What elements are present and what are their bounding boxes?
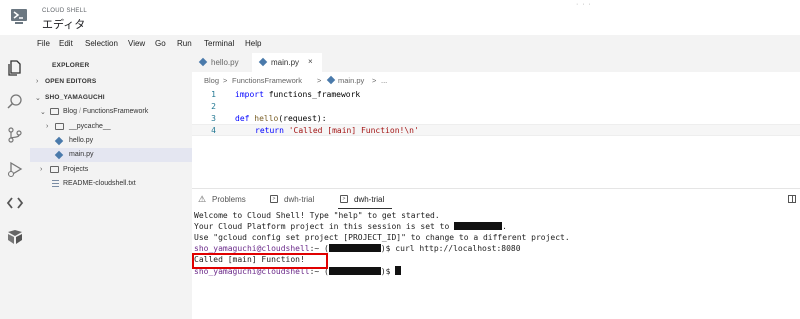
close-icon[interactable]: × xyxy=(308,57,313,66)
code-text: return 'Called [main] Function!\n' xyxy=(255,126,419,135)
menu-bar: File Edit Selection View Go Run Terminal… xyxy=(0,35,800,53)
explorer-icon[interactable] xyxy=(6,59,24,77)
menu-terminal[interactable]: Terminal xyxy=(204,39,234,48)
file-hello-label: hello.py xyxy=(69,137,94,144)
tab-label: hello.py xyxy=(211,58,239,67)
folder-icon xyxy=(50,166,59,173)
breadcrumb-separator: > xyxy=(372,76,377,85)
search-icon[interactable] xyxy=(6,93,24,111)
split-panel-icon[interactable] xyxy=(788,195,796,203)
folder-pycache-label: __pycache__ xyxy=(69,123,111,130)
menu-edit[interactable]: Edit xyxy=(59,39,73,48)
source-control-icon[interactable] xyxy=(6,126,24,144)
cloud-shell-terminal-icon xyxy=(11,9,27,24)
workspace-section[interactable]: ⌄ SHO_YAMAGUCHI xyxy=(30,91,192,105)
file-main-label: main.py xyxy=(69,151,94,158)
tab-main-py[interactable]: main.py × xyxy=(252,53,322,72)
chevron-down-icon: ⌄ xyxy=(35,95,41,102)
line-number: 3 xyxy=(211,114,216,123)
app-subtitle: CLOUD SHELL xyxy=(42,8,87,14)
terminal-panel: ⚠ Problems > dwh-trial > dwh-trial Welco… xyxy=(192,188,800,319)
python-file-icon xyxy=(54,136,64,146)
code-icon[interactable] xyxy=(6,194,24,212)
terminal-icon: > xyxy=(340,195,348,203)
file-readme-label: README-cloudshell.txt xyxy=(63,180,136,187)
terminal-line: Welcome to Cloud Shell! Type "help" to g… xyxy=(194,211,440,220)
app-header: CLOUD SHELL エディタ · · · xyxy=(0,0,800,35)
python-file-icon xyxy=(258,57,268,67)
code-text: def hello(request): xyxy=(235,114,327,123)
terminal-line: Use "gcloud config set project [PROJECT_… xyxy=(194,233,570,242)
tab-terminal-2[interactable]: > dwh-trial xyxy=(338,189,392,209)
redacted-block xyxy=(454,222,503,230)
file-main-py[interactable]: main.py xyxy=(30,148,192,162)
chevron-down-icon: ⌄ xyxy=(40,109,46,116)
header-divider-dots: · · · xyxy=(576,1,592,8)
code-text: import functions_framework xyxy=(235,90,361,99)
open-editors-label: OPEN EDITORS xyxy=(45,78,97,85)
terminal-cursor xyxy=(395,266,402,275)
file-readme[interactable]: README-cloudshell.txt xyxy=(30,177,192,191)
run-debug-icon[interactable] xyxy=(6,160,24,178)
menu-run[interactable]: Run xyxy=(177,39,192,48)
python-file-icon xyxy=(326,75,336,85)
code-line-current: 4 return 'Called [main] Function!\n' xyxy=(192,124,800,136)
app-title: エディタ xyxy=(42,19,86,31)
breadcrumb-blog[interactable]: Blog xyxy=(204,76,219,85)
workspace-label: SHO_YAMAGUCHI xyxy=(45,94,105,101)
python-file-icon xyxy=(198,57,208,67)
code-editor[interactable]: 1 import functions_framework 2 3 def hel… xyxy=(192,88,800,188)
code-line: 1 import functions_framework xyxy=(192,89,800,101)
line-number: 4 xyxy=(211,126,216,135)
tab-problems-label: Problems xyxy=(212,195,246,204)
editor-tab-bar: hello.py main.py × xyxy=(192,53,800,72)
terminal-icon: > xyxy=(270,195,278,203)
breadcrumb-functionsframework[interactable]: FunctionsFramework xyxy=(232,76,302,85)
folder-projects[interactable]: › Projects xyxy=(30,163,192,177)
tab-problems[interactable]: ⚠ Problems xyxy=(198,189,258,209)
breadcrumb-separator: > xyxy=(223,76,228,85)
explorer-sidebar: EXPLORER › OPEN EDITORS ⌄ SHO_YAMAGUCHI … xyxy=(30,53,192,319)
file-hello-py[interactable]: hello.py xyxy=(30,134,192,148)
folder-pycache[interactable]: › __pycache__ xyxy=(30,120,192,134)
chevron-right-icon: › xyxy=(36,78,39,85)
breadcrumb: Blog > FunctionsFramework > main.py > ..… xyxy=(192,72,800,88)
python-file-icon xyxy=(54,150,64,160)
breadcrumb-ellipsis[interactable]: ... xyxy=(381,76,387,85)
folder-blog[interactable]: ⌄ Blog / FunctionsFramework xyxy=(30,105,192,119)
redacted-block xyxy=(328,244,381,252)
folder-blog-label: Blog / FunctionsFramework xyxy=(63,108,149,115)
folder-icon xyxy=(50,108,59,115)
breadcrumb-main-py[interactable]: main.py xyxy=(338,76,364,85)
line-number: 1 xyxy=(211,90,216,99)
tab-label: main.py xyxy=(271,58,300,67)
warning-icon: ⚠ xyxy=(198,194,207,204)
chevron-right-icon: › xyxy=(40,166,43,173)
text-file-icon xyxy=(52,180,59,187)
menu-selection[interactable]: Selection xyxy=(85,39,118,48)
explorer-title-row: EXPLORER xyxy=(30,59,192,73)
cloud-icon[interactable] xyxy=(6,228,24,246)
code-line: 2 xyxy=(192,101,800,113)
explorer-title: EXPLORER xyxy=(52,62,90,69)
terminal-line: Your Cloud Platform project in this sess… xyxy=(194,222,507,231)
line-number: 2 xyxy=(211,102,216,111)
folder-icon xyxy=(55,123,64,130)
activity-bar xyxy=(0,53,30,319)
tab-hello-py[interactable]: hello.py xyxy=(192,53,252,72)
tab-terminal-label: dwh-trial xyxy=(284,195,315,204)
breadcrumb-separator: > xyxy=(317,76,322,85)
chevron-right-icon: › xyxy=(46,123,49,130)
open-editors-section[interactable]: › OPEN EDITORS xyxy=(30,75,192,89)
tab-terminal-1[interactable]: > dwh-trial xyxy=(270,189,330,209)
tab-terminal-label: dwh-trial xyxy=(354,195,385,204)
menu-help[interactable]: Help xyxy=(245,39,261,48)
menu-file[interactable]: File xyxy=(37,39,50,48)
menu-go[interactable]: Go xyxy=(155,39,166,48)
folder-projects-label: Projects xyxy=(63,166,89,173)
menu-view[interactable]: View xyxy=(128,39,145,48)
highlight-box xyxy=(192,253,328,269)
redacted-block xyxy=(328,267,381,275)
